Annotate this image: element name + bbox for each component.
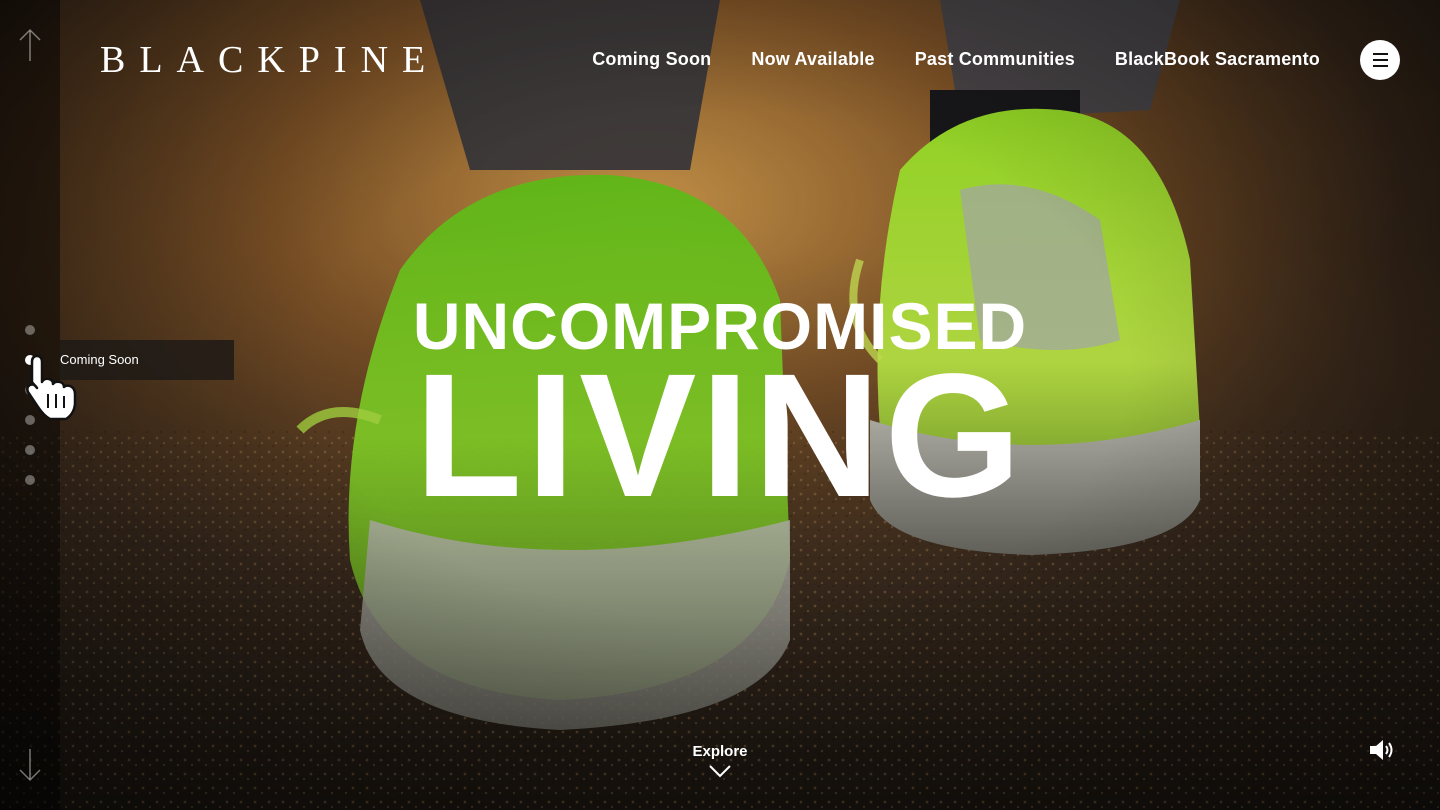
hero-title-line2: LIVING — [414, 338, 1026, 534]
nav-link-coming-soon[interactable]: Coming Soon — [592, 46, 711, 72]
menu-button[interactable] — [1360, 40, 1400, 80]
main-nav: Coming Soon Now Available Past Communiti… — [592, 46, 1320, 72]
arrow-down-icon[interactable] — [18, 748, 42, 782]
speaker-icon[interactable] — [1368, 738, 1396, 762]
chevron-down-icon — [709, 765, 731, 778]
logo-text: BLACKPINE — [100, 39, 440, 81]
nav-link-blackbook-sacramento[interactable]: BlackBook Sacramento — [1115, 46, 1320, 72]
explore-button[interactable]: Explore — [670, 742, 770, 778]
nav-link-now-available[interactable]: Now Available — [751, 46, 874, 72]
brand-logo[interactable]: BLACKPINE — [100, 40, 439, 80]
hero-screen: Coming Soon BLACKPINE Coming Soon Now Av… — [0, 0, 1440, 810]
explore-label: Explore — [692, 743, 748, 760]
hero-headline: UNCOMPROMISED LIVING — [0, 290, 1440, 534]
arrow-up-icon[interactable] — [18, 28, 42, 62]
nav-link-past-communities[interactable]: Past Communities — [915, 46, 1075, 72]
